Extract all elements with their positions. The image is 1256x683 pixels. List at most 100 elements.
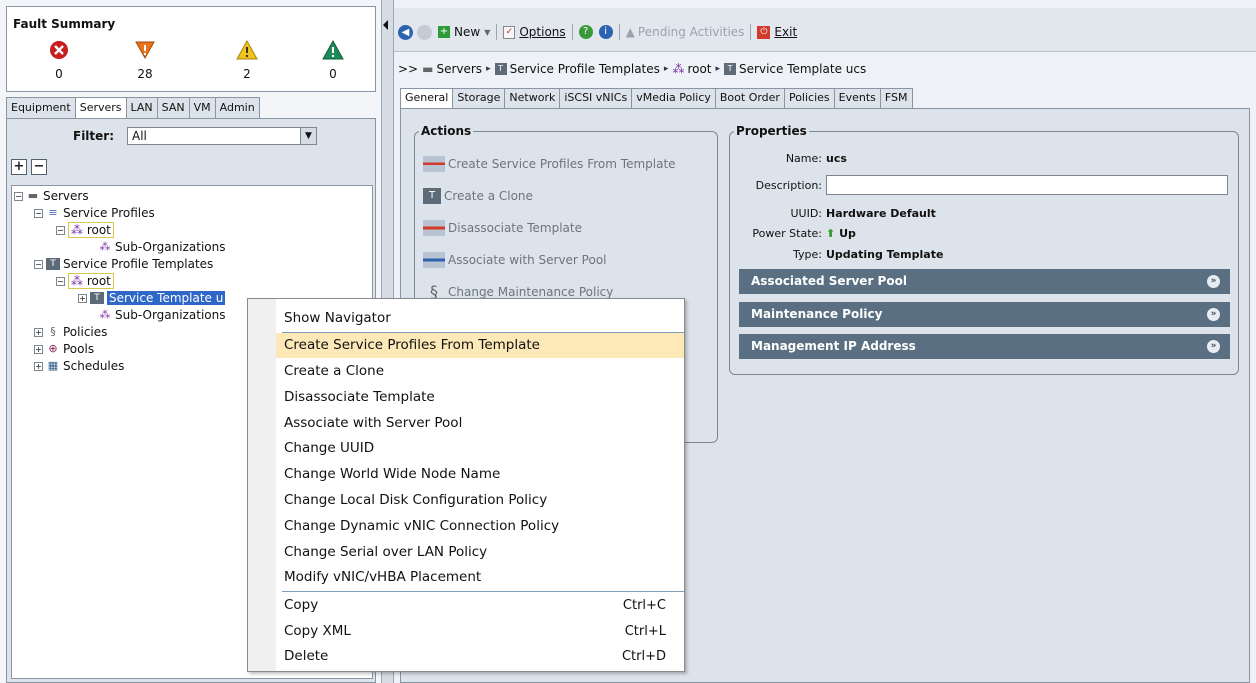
menu-item-change-uuid[interactable]: Change UUID — [276, 436, 684, 461]
tab-general[interactable]: General — [400, 88, 454, 109]
tab-iscsi-vnics[interactable]: iSCSI vNICs — [559, 88, 633, 109]
tree-node-policies[interactable]: + § Policies — [34, 324, 107, 340]
expand-icon[interactable]: + — [34, 327, 43, 337]
tree-node-root[interactable]: − ⁂ root — [56, 222, 114, 238]
collapse-pane-icon[interactable] — [383, 20, 388, 30]
toolbar-divider — [618, 24, 620, 40]
exit-button[interactable]: Exit — [774, 25, 797, 39]
fault-critical[interactable]: 0 — [29, 39, 89, 81]
tab-admin[interactable]: Admin — [214, 97, 260, 119]
tab-fsm[interactable]: FSM — [879, 88, 913, 109]
filter-value: All — [132, 129, 147, 143]
fault-minor[interactable]: 2 — [217, 39, 277, 81]
tab-vm[interactable]: VM — [188, 97, 216, 119]
menu-item-disassociate-template[interactable]: Disassociate Template — [276, 385, 684, 410]
menu-separator — [282, 591, 684, 592]
tree-node-service-template[interactable]: + T Service Template u — [78, 290, 226, 306]
menu-item-show-navigator[interactable]: Show Navigator — [276, 306, 684, 331]
back-button[interactable]: ◀ — [398, 24, 413, 40]
breadcrumb-prefix[interactable]: >> — [398, 62, 418, 76]
management-ip-address-bar[interactable]: Management IP Address » — [739, 334, 1230, 359]
menu-item-copy-xml[interactable]: Copy XML Ctrl+L — [276, 619, 684, 644]
tab-policies[interactable]: Policies — [783, 88, 835, 109]
description-input[interactable] — [826, 175, 1228, 195]
expand-icon[interactable]: + — [78, 293, 87, 303]
collapse-icon[interactable]: − — [56, 225, 65, 235]
breadcrumb-separator-icon: ▸ — [486, 64, 491, 74]
tree-node-pools[interactable]: + ⊕ Pools — [34, 341, 94, 357]
collapse-icon[interactable]: − — [34, 259, 43, 269]
breadcrumb-separator-icon: ▸ — [715, 64, 721, 74]
pending-activities-button[interactable]: Pending Activities — [638, 25, 745, 39]
expand-chevron-icon[interactable]: » — [1207, 275, 1220, 288]
tab-events[interactable]: Events — [833, 88, 881, 109]
fault-critical-count: 0 — [55, 67, 63, 81]
menu-item-associate-server-pool[interactable]: Associate with Server Pool — [276, 411, 684, 436]
associated-server-pool-bar[interactable]: Associated Server Pool » — [739, 269, 1230, 294]
tree-node-servers[interactable]: − ▬ Servers — [14, 188, 89, 204]
breadcrumb-root[interactable]: root — [687, 62, 711, 76]
breadcrumb-service-template[interactable]: Service Template ucs — [739, 62, 866, 76]
tree-node-service-profiles[interactable]: − ≡ Service Profiles — [34, 205, 155, 221]
menu-item-change-local-disk-policy[interactable]: Change Local Disk Configuration Policy — [276, 488, 684, 513]
org-icon: ⁂ — [672, 62, 685, 76]
filter-select[interactable]: All ▼ — [127, 127, 317, 145]
org-icon: ⁂ — [71, 223, 83, 237]
delete-shortcut: Ctrl+D — [621, 649, 666, 664]
tab-vmedia-policy[interactable]: vMedia Policy — [631, 88, 716, 109]
tab-san[interactable]: SAN — [156, 97, 190, 119]
tree-node-sub-organizations[interactable]: ⁂ Sub-Organizations — [98, 307, 226, 323]
menu-item-modify-vnic-vhba-placement[interactable]: Modify vNIC/vHBA Placement — [276, 565, 684, 590]
menu-item-delete[interactable]: Delete Ctrl+D — [276, 644, 684, 669]
collapse-icon[interactable]: − — [56, 276, 65, 286]
new-button[interactable]: New — [454, 25, 480, 39]
menu-item-change-wwnn[interactable]: Change World Wide Node Name — [276, 462, 684, 487]
menu-item-copy[interactable]: Copy Ctrl+C — [276, 593, 684, 618]
expand-icon[interactable]: + — [34, 361, 43, 371]
help-icon[interactable]: ? — [578, 25, 593, 39]
tab-servers[interactable]: Servers — [74, 97, 127, 119]
tab-boot-order[interactable]: Boot Order — [714, 88, 785, 109]
collapse-icon[interactable]: − — [14, 191, 23, 201]
menu-item-change-sol-policy[interactable]: Change Serial over LAN Policy — [276, 540, 684, 565]
tab-lan[interactable]: LAN — [125, 97, 158, 119]
menu-item-create-clone[interactable]: Create a Clone — [276, 359, 684, 384]
tree-node-schedules[interactable]: + ▦ Schedules — [34, 358, 124, 374]
fault-major[interactable]: 28 — [115, 39, 175, 81]
info-icon[interactable]: i — [598, 25, 613, 39]
toolbar-divider — [496, 24, 498, 40]
fault-major-count: 28 — [137, 67, 153, 81]
chevron-down-icon[interactable]: ▼ — [484, 28, 490, 37]
collapse-all-button[interactable]: − — [31, 159, 47, 175]
action-disassociate-template[interactable]: Disassociate Template — [423, 220, 582, 236]
toolbar-divider — [750, 24, 752, 40]
expand-icon[interactable]: + — [34, 344, 43, 354]
breadcrumb-service-profile-templates[interactable]: Service Profile Templates — [510, 62, 660, 76]
root-label: ⁂ root — [68, 273, 114, 289]
tab-equipment[interactable]: Equipment — [6, 97, 76, 119]
tab-storage[interactable]: Storage — [452, 88, 506, 109]
fault-warning[interactable]: 0 — [303, 39, 363, 81]
description-label: Description: — [755, 179, 822, 192]
expand-chevron-icon[interactable]: » — [1207, 308, 1220, 321]
tree-node-service-profile-templates[interactable]: − T Service Profile Templates — [34, 256, 213, 272]
menu-item-create-service-profiles[interactable]: Create Service Profiles From Template — [276, 333, 684, 358]
action-associate-server-pool[interactable]: Associate with Server Pool — [423, 252, 607, 268]
name-label: Name: — [785, 152, 822, 165]
options-button[interactable]: Options — [519, 25, 565, 39]
menu-item-change-dynamic-vnic-policy[interactable]: Change Dynamic vNIC Connection Policy — [276, 514, 684, 539]
tab-network[interactable]: Network — [504, 88, 561, 109]
forward-button[interactable] — [417, 24, 432, 40]
chevron-down-icon: ▼ — [300, 128, 316, 144]
maintenance-policy-bar[interactable]: Maintenance Policy » — [739, 302, 1230, 327]
action-create-clone[interactable]: T Create a Clone — [423, 188, 533, 204]
expand-chevron-icon[interactable]: » — [1207, 340, 1220, 353]
tree-node-sub-organizations[interactable]: ⁂ Sub-Organizations — [98, 239, 226, 255]
tree-node-root[interactable]: − ⁂ root — [56, 273, 114, 289]
collapse-icon[interactable]: − — [34, 208, 43, 218]
action-create-service-profiles[interactable]: Create Service Profiles From Template — [423, 156, 676, 172]
breadcrumb-separator-icon: ▸ — [663, 64, 669, 74]
breadcrumb-servers[interactable]: Servers — [436, 62, 482, 76]
root-label: ⁂ root — [68, 222, 114, 238]
expand-all-button[interactable]: + — [11, 159, 27, 175]
